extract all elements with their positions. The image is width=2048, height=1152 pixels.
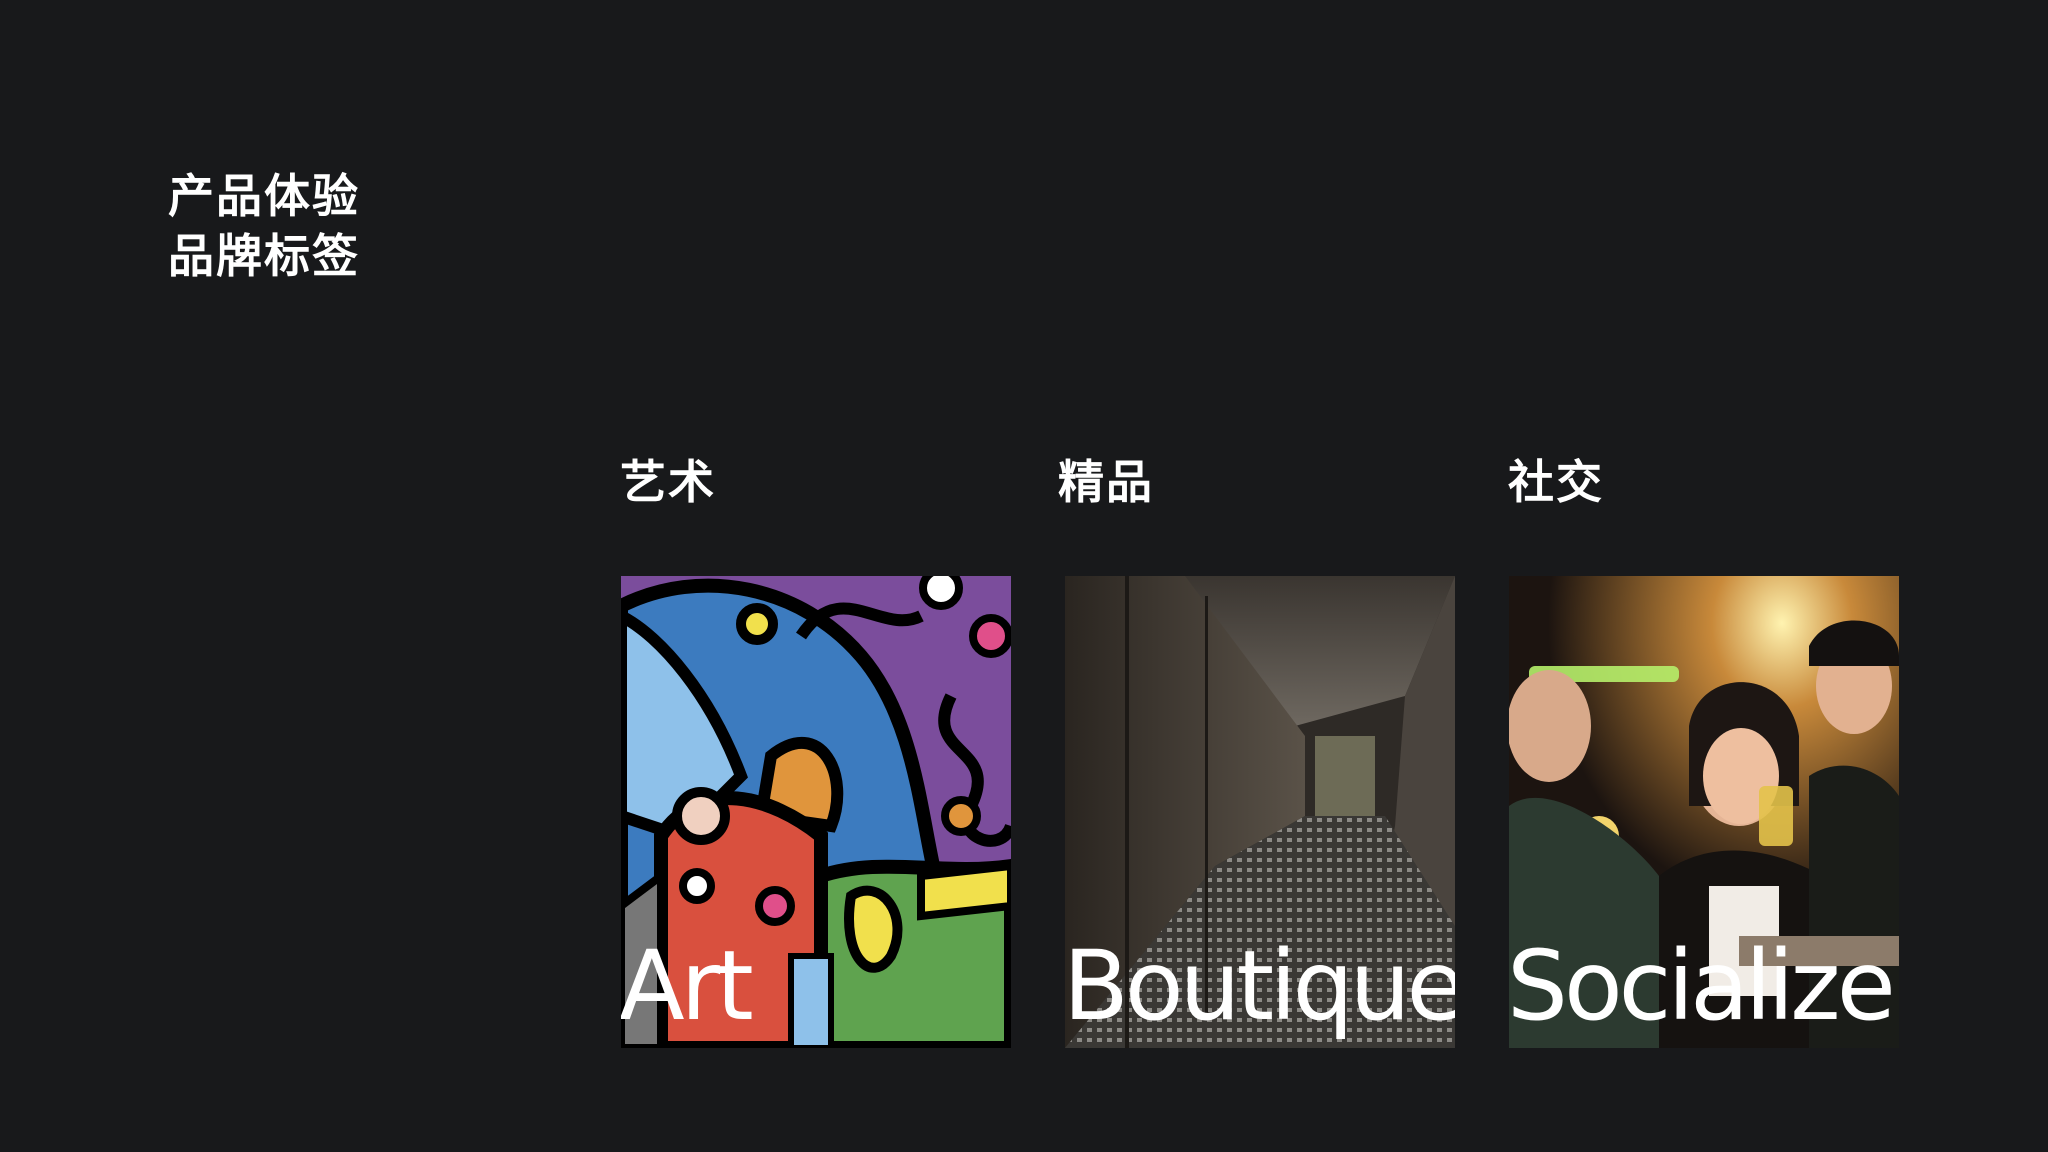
heading-line-1: 产品体验 [168, 169, 360, 223]
card-caption-boutique: Boutique [1065, 930, 1455, 1042]
page-heading: 产品体验 品牌标签 [168, 166, 360, 286]
card-art[interactable]: Art [621, 576, 1011, 1048]
category-label-boutique: 精品 [1058, 455, 1154, 509]
category-label-socialize: 社交 [1508, 455, 1604, 509]
card-caption-socialize: Socialize [1509, 930, 1896, 1042]
card-caption-art: Art [621, 930, 754, 1042]
heading-line-2: 品牌标签 [168, 229, 360, 283]
card-boutique[interactable]: Boutique [1065, 576, 1455, 1048]
card-socialize[interactable]: Socialize [1509, 576, 1899, 1048]
category-label-art: 艺术 [620, 455, 716, 509]
